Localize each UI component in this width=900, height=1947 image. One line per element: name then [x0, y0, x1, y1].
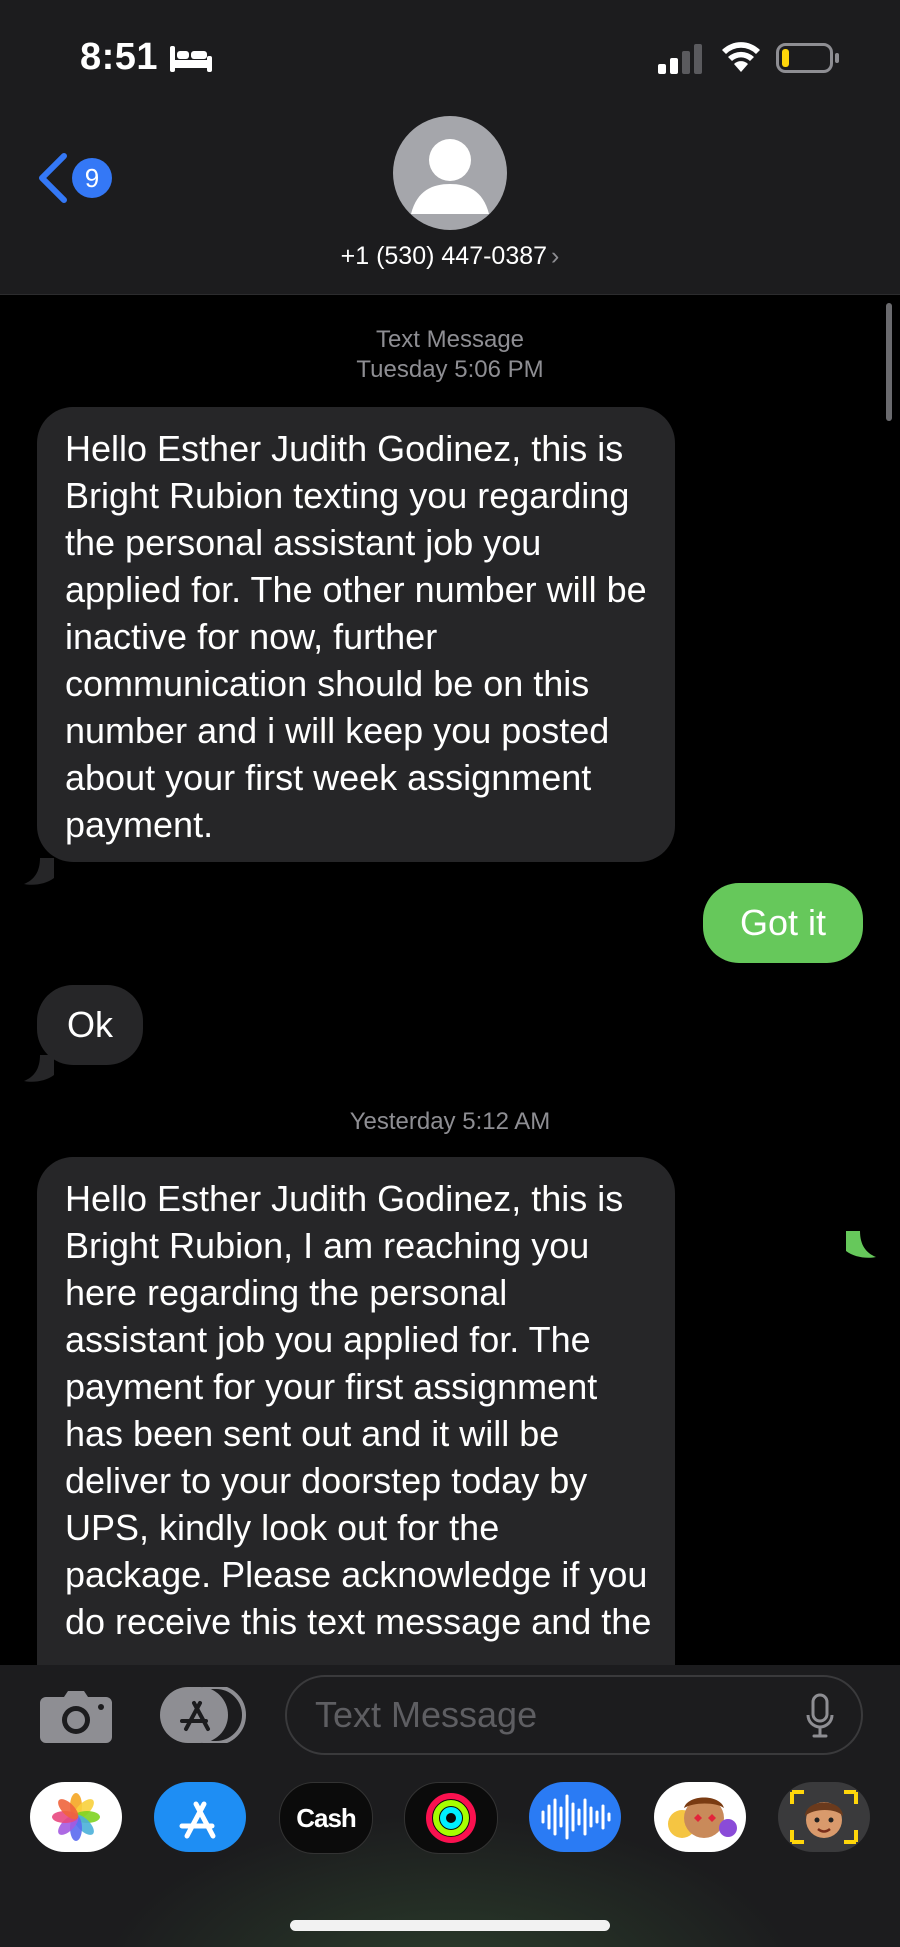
activity-app-icon[interactable]	[404, 1782, 498, 1854]
compose-bar	[0, 1665, 900, 1765]
contact-title[interactable]: +1 (530) 447-0387 ›	[0, 242, 900, 271]
status-bar: 8:51	[0, 0, 900, 110]
memoji-stickers-icon	[668, 1797, 737, 1838]
app-store-icon[interactable]	[160, 1687, 246, 1743]
battery-icon	[776, 43, 839, 73]
chevron-left-icon	[39, 153, 67, 203]
contact-avatar[interactable]	[393, 116, 507, 230]
memoji-icon	[790, 1790, 858, 1844]
bed-icon	[170, 46, 212, 72]
unread-count-badge: 9	[72, 158, 112, 198]
bubble-tail	[24, 1055, 54, 1082]
bubble-tail	[24, 858, 54, 885]
wifi-icon	[722, 42, 760, 72]
audio-message-app-icon[interactable]	[529, 1782, 621, 1852]
incoming-message-bubble[interactable]: Ok	[37, 985, 143, 1065]
back-button[interactable]: 9	[36, 146, 136, 216]
status-time: 8:51	[80, 36, 159, 78]
memoji-stickers-app-icon[interactable]	[654, 1782, 746, 1852]
chevron-right-icon: ›	[551, 242, 560, 270]
camera-icon[interactable]	[40, 1691, 112, 1743]
activity-rings-icon	[426, 1793, 476, 1843]
cellular-signal-icon	[658, 44, 702, 74]
apple-cash-app-icon[interactable]: Cash	[279, 1782, 373, 1854]
conversation-header: 9 +1 (530) 447-0387 ›	[0, 110, 900, 295]
bubble-tail	[846, 1231, 876, 1258]
microphone-icon[interactable]	[806, 1693, 834, 1739]
app-store-glyph-icon	[179, 1801, 216, 1839]
memoji-app-icon[interactable]	[778, 1782, 870, 1852]
photos-icon	[52, 1793, 100, 1841]
message-transcript[interactable]: Text Message Tuesday 5:06 PM Hello Esthe…	[0, 295, 900, 1665]
person-icon	[411, 139, 489, 214]
waveform-icon	[541, 1794, 611, 1840]
service-label: Text Message	[375, 326, 525, 353]
outgoing-message-bubble[interactable]: Got it	[703, 883, 863, 963]
incoming-message-bubble[interactable]: Hello Esther Judith Godinez, this is Bri…	[37, 407, 675, 862]
contact-number: +1 (530) 447-0387	[340, 242, 548, 270]
home-indicator[interactable]	[290, 1920, 610, 1931]
cash-label: Cash	[296, 1803, 357, 1833]
app-drawer: Cash	[0, 1765, 900, 1947]
photos-app-icon[interactable]	[30, 1782, 122, 1852]
message-input[interactable]	[285, 1675, 863, 1755]
incoming-message-bubble[interactable]: Hello Esther Judith Godinez, this is Bri…	[37, 1157, 675, 1665]
app-store-app-icon[interactable]	[154, 1782, 246, 1852]
timestamp: Tuesday 5:06 PM	[356, 356, 544, 383]
timestamp: Yesterday 5:12 AM	[349, 1108, 551, 1135]
